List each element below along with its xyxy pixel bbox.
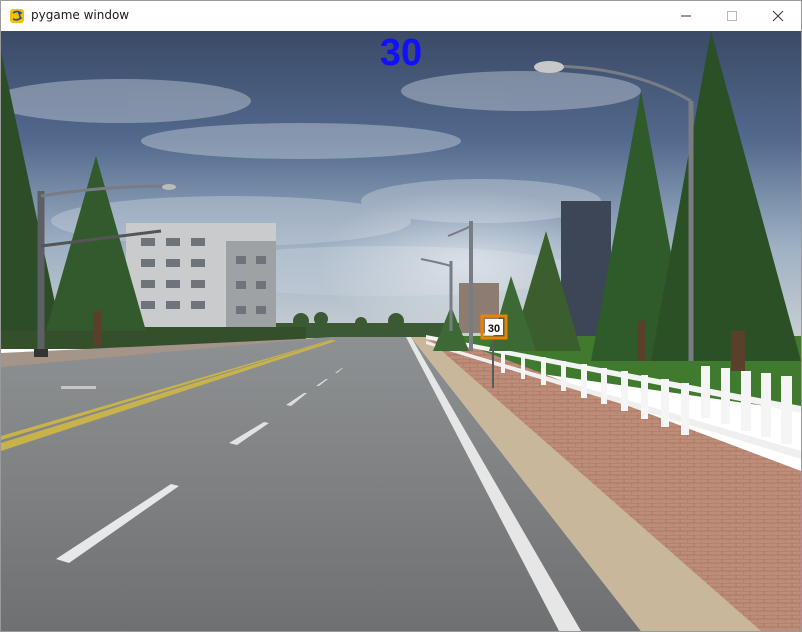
minimize-button[interactable]: [663, 1, 709, 31]
window-title: pygame window: [31, 8, 130, 22]
title-bar[interactable]: pygame window: [1, 1, 801, 31]
hud-speed-readout: 30: [379, 32, 423, 74]
game-viewport[interactable]: 30 30: [1, 31, 801, 631]
minimize-icon: [681, 15, 691, 17]
maximize-button[interactable]: [709, 1, 755, 31]
maximize-icon: [727, 11, 737, 21]
pygame-snake-icon: [10, 9, 24, 23]
driving-scene: 30: [1, 31, 801, 631]
pygame-window: pygame window 30 30: [0, 0, 802, 632]
close-button[interactable]: [755, 1, 801, 31]
close-icon: [772, 10, 784, 22]
speed-limit-sign-value: 30: [488, 323, 500, 335]
